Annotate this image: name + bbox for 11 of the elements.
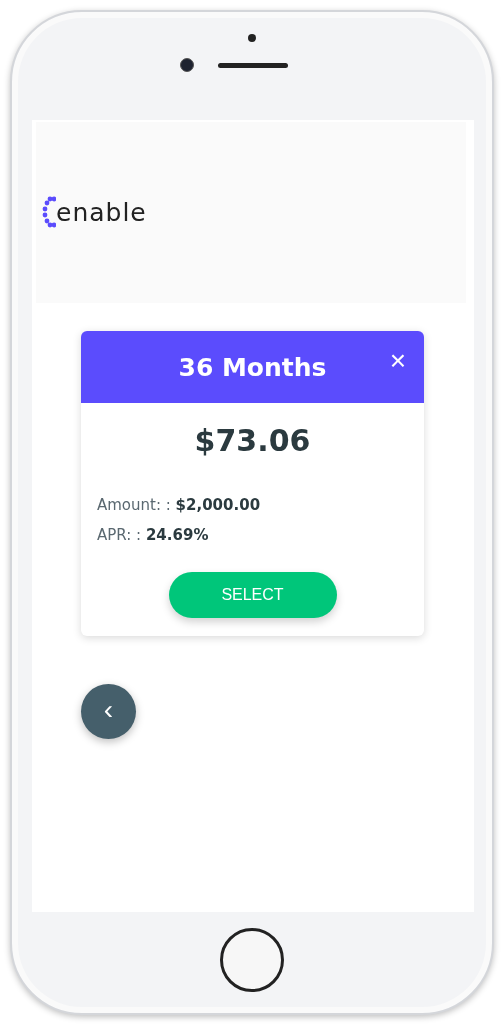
brand-logo: enable (56, 198, 147, 227)
dots-icon (42, 196, 56, 229)
detail-line: Amount: : $2,000.00 (97, 496, 262, 514)
detail-line: APR: : 24.69% (97, 526, 210, 544)
close-button[interactable]: × (389, 347, 406, 375)
payment-amount: $73.06 (194, 423, 311, 458)
sensor-dot (248, 34, 256, 42)
card-title: 36 Months (178, 352, 327, 382)
camera-icon (180, 58, 194, 72)
speaker-grille (218, 62, 288, 68)
back-button[interactable]: ‹ (81, 684, 136, 739)
